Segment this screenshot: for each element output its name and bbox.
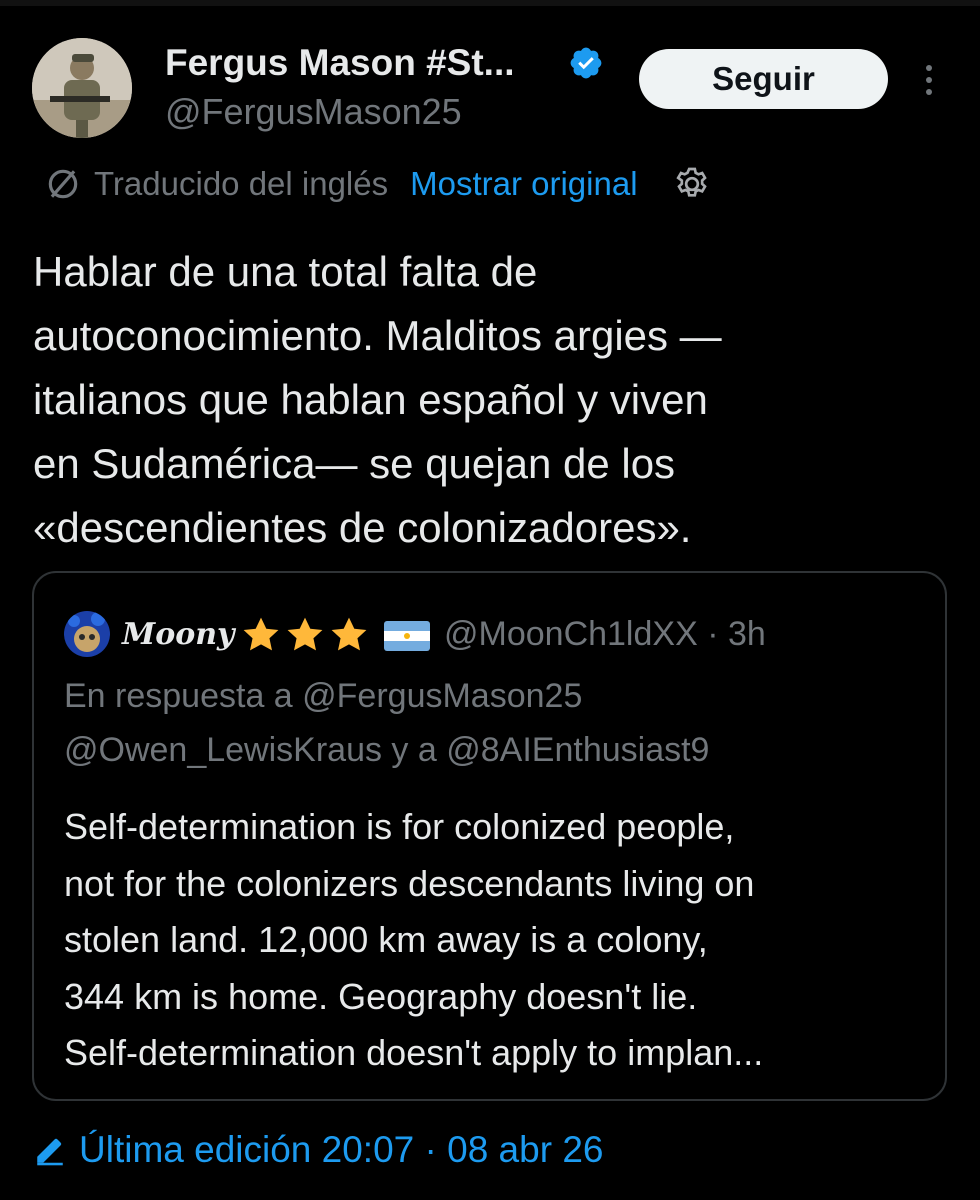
reply-line: En respuesta a @FergusMason25 [64,677,583,715]
quote-text-line: not for the colonizers descendants livin… [64,862,755,904]
tweet-text: Hablar de una total falta de autoconocim… [33,248,722,551]
quote-avatar-image [64,611,110,657]
last-edited-label[interactable]: Última edición 20:07 · 08 abr 26 [79,1129,603,1171]
more-vertical-icon[interactable] [920,60,938,100]
translated-label: Traducido del inglés [94,165,389,202]
edited-row[interactable]: Última edición 20:07 · 08 abr 26 [33,1122,603,1178]
quote-text: Self-determination is for colonized peop… [64,799,934,1082]
display-name[interactable]: Fergus Mason #St... [165,40,515,86]
quote-text-line: stolen land. 12,000 km away is a colony, [64,919,708,960]
star-icon [331,617,367,651]
show-original-link[interactable]: Mostrar original [410,165,637,203]
avatar[interactable] [32,38,132,138]
quote-text-line: Self-determination doesn't apply to impl… [64,1032,764,1073]
follow-button[interactable]: Seguir [639,49,888,109]
user-handle[interactable]: @FergusMason25 [165,90,462,134]
translation-row: Traducido del inglés Mostrar original [44,162,712,206]
reply-context: En respuesta a @FergusMason25 @Owen_Lewi… [64,669,924,777]
pencil-icon [37,1138,63,1166]
quote-text-line: Self-determination is for colonized peop… [64,806,735,847]
reply-line: @Owen_LewisKraus y a @8AIEnthusiast9 [64,731,710,769]
quote-text-line: 344 km is home. Geography doesn't lie. [64,975,698,1017]
gear-icon[interactable] [672,164,712,204]
quoted-tweet[interactable]: Moony @MoonCh1ldXX · 3h En respuesta a @… [32,571,947,1101]
star-icon [287,617,323,651]
quote-handle-time[interactable]: @MoonCh1ldXX · 3h [444,609,766,659]
top-divider [0,0,980,6]
star-icon [243,617,279,651]
quote-avatar[interactable] [64,611,110,657]
star-icons [239,613,371,657]
verified-badge-icon [570,47,602,79]
avatar-image [32,38,132,138]
argentina-flag-icon [384,621,430,651]
quote-display-name[interactable]: Moony [122,611,234,659]
no-symbol-icon [48,169,78,199]
